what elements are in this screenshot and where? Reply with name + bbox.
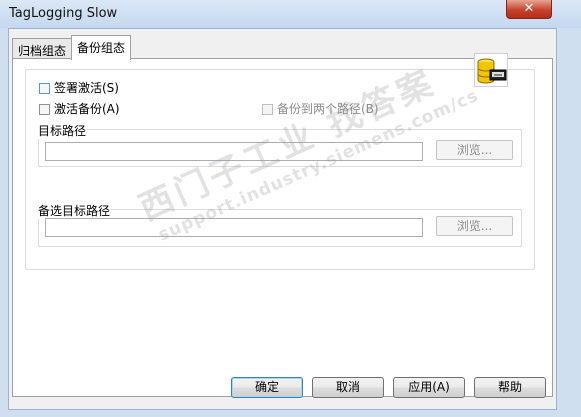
close-icon: ✕ (523, 1, 535, 16)
cancel-label: 取消 (335, 380, 360, 394)
backup-two-paths-checkbox-box[interactable] (262, 104, 273, 115)
target-path-label: 目标路径 (37, 122, 88, 139)
browse-target-button[interactable]: 浏览... (436, 140, 513, 160)
activate-backup-checkbox[interactable]: 激活备份(A) (39, 102, 120, 118)
cancel-button[interactable]: 取消 (312, 377, 384, 398)
title-bar: TagLogging Slow ✕ (0, 0, 581, 28)
signature-activate-checkbox[interactable]: 签署激活(S) (39, 81, 119, 97)
tab-panel-backup: 签署激活(S) 激活备份(A) 备份到两个路径(B) 目标路径 浏览... 备选… (12, 58, 553, 397)
signature-checkbox-box[interactable] (39, 83, 50, 94)
help-label: 帮助 (497, 380, 522, 394)
window-title: TagLogging Slow (9, 6, 118, 21)
alt-target-path-input[interactable] (45, 218, 423, 237)
tab-backup-config[interactable]: 备份组态 (71, 35, 132, 60)
tab-archive-config-label: 归档组态 (18, 44, 67, 58)
database-icon (474, 53, 508, 87)
tab-backup-config-label: 备份组态 (77, 41, 126, 55)
signature-checkbox-label: 签署激活(S) (54, 81, 119, 95)
target-path-input[interactable] (45, 142, 423, 161)
apply-button[interactable]: 应用(A) (393, 377, 465, 398)
close-button[interactable]: ✕ (506, 0, 552, 19)
browse-target-label: 浏览... (456, 143, 493, 157)
backup-two-paths-checkbox[interactable]: 备份到两个路径(B) (262, 102, 379, 118)
apply-label: 应用(A) (408, 380, 450, 394)
browse-alt-target-button[interactable]: 浏览... (436, 216, 513, 236)
activate-backup-checkbox-label: 激活备份(A) (54, 102, 120, 116)
ok-label: 确定 (254, 380, 279, 394)
ok-button[interactable]: 确定 (231, 377, 303, 398)
alt-target-path-label: 备选目标路径 (37, 202, 112, 219)
browse-alt-target-label: 浏览... (456, 219, 493, 233)
help-button[interactable]: 帮助 (474, 377, 546, 398)
activate-backup-checkbox-box[interactable] (39, 104, 50, 115)
tab-archive-config[interactable]: 归档组态 (12, 38, 73, 60)
backup-two-paths-checkbox-label: 备份到两个路径(B) (277, 102, 379, 116)
